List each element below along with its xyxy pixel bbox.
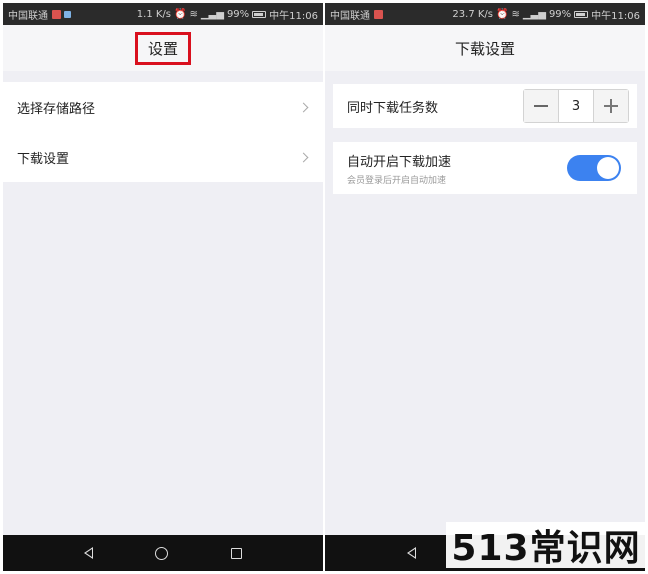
back-icon[interactable] [407,547,416,559]
carrier-label: 中国联通 [8,10,48,22]
battery-percent: 99% [226,8,250,20]
page-title: 下载设置 [454,39,515,58]
recent-apps-icon[interactable] [230,547,242,559]
network-speed: 23.7 K/s [452,8,494,20]
concurrent-tasks-stepper: 3 [523,89,629,123]
download-settings-screen: 中国联通 23.7 K/s ⏰ ≋ ▁▃▅ 99% 中午11:06 下载设置 同… [325,3,645,571]
signal-icon: ▁▃▅ [200,8,224,20]
storage-path-label: 选择存储路径 [17,101,96,117]
title-bar: 下载设置 [325,25,645,71]
clock: 中午11:06 [269,10,318,22]
alarm-icon: ⏰ [174,8,187,20]
increment-button[interactable] [594,90,628,122]
nav-bar [3,535,323,571]
status-bar: 中国联通 23.7 K/s ⏰ ≋ ▁▃▅ 99% 中午11:06 [325,3,645,25]
network-speed: 1.1 K/s [136,8,172,20]
battery-percent: 99% [548,8,572,20]
back-icon[interactable] [84,547,94,559]
battery-icon [252,10,267,18]
concurrent-tasks-value[interactable]: 3 [558,90,594,122]
chevron-right-icon [298,102,309,112]
status-bar: 中国联通 1.1 K/s ⏰ ≋ ▁▃▅ 99% 中午11:06 [3,3,323,25]
download-settings-item[interactable]: 下载设置 [3,132,323,182]
clock: 中午11:06 [591,10,640,22]
home-icon[interactable] [155,546,169,560]
auto-accel-toggle[interactable] [567,155,621,181]
wifi-icon: ≋ [189,8,198,20]
signal-icon: ▁▃▅ [522,8,546,20]
notification-icon [52,9,61,19]
auto-accel-row: 自动开启下载加速 会员登录后开启自动加速 [333,142,637,194]
carrier-label: 中国联通 [330,10,370,22]
storage-path-item[interactable]: 选择存储路径 [3,82,323,132]
alarm-icon: ⏰ [496,8,509,20]
chevron-right-icon [298,152,309,162]
app-notification-icon [64,10,71,18]
battery-icon [574,10,589,18]
toggle-knob [597,157,619,179]
decrement-button[interactable] [524,90,558,122]
concurrent-tasks-row: 同时下载任务数 3 [333,84,637,128]
auto-accel-text: 自动开启下载加速 会员登录后开启自动加速 [347,151,451,186]
settings-screen: 中国联通 1.1 K/s ⏰ ≋ ▁▃▅ 99% 中午11:06 设置 选择存储… [3,3,323,571]
watermark: 513常识网 [446,522,646,569]
page-title: 设置 [147,39,178,58]
concurrent-tasks-label: 同时下载任务数 [347,100,439,116]
title-bar: 设置 [3,25,323,71]
title-highlight: 设置 [134,31,191,65]
settings-list: 选择存储路径 下载设置 [3,82,323,182]
wifi-icon: ≋ [511,8,520,20]
auto-accel-hint: 会员登录后开启自动加速 [347,175,447,186]
notification-icon [374,9,383,19]
auto-accel-label: 自动开启下载加速 [347,154,452,170]
download-settings-label: 下载设置 [17,151,70,167]
